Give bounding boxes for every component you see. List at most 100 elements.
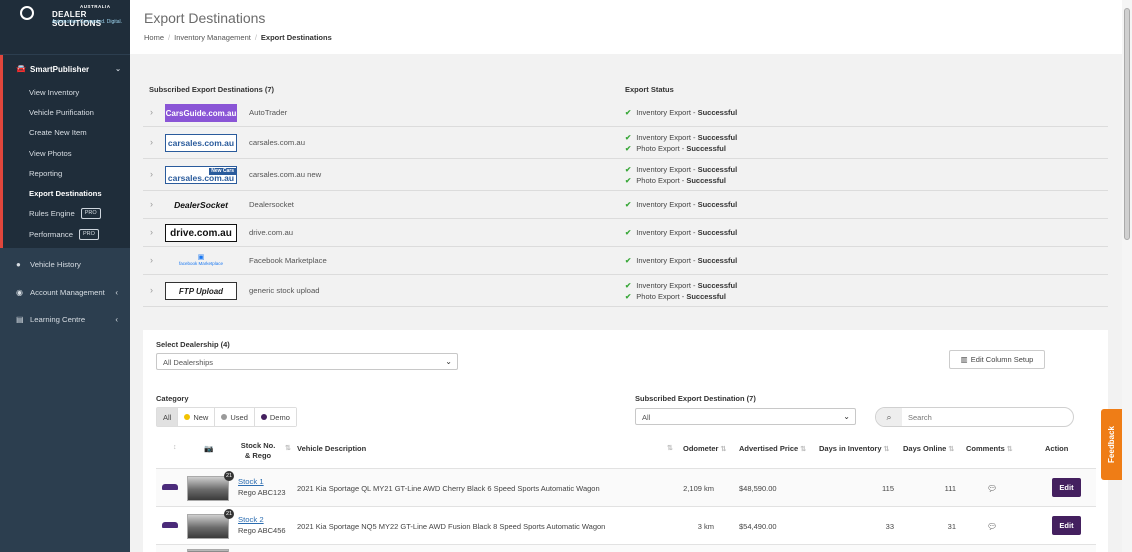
check-icon: ✔ [625,133,632,142]
comment-icon[interactable]: 💬︎ [987,484,997,493]
sidebar-item-account-management[interactable]: ◉ Account Management ‹ [16,288,124,297]
stock-link[interactable]: Stock 1 [238,477,264,486]
vehicle-thumbnail[interactable] [187,476,229,501]
comment-icon[interactable]: 💬︎ [987,522,997,531]
sidebar-item-vehicle-purification[interactable]: Vehicle Purification [29,108,94,117]
status-label: Photo Export - [636,176,687,185]
sidebar-item-reporting[interactable]: Reporting [29,169,62,178]
edit-button[interactable]: Edit [1052,478,1081,497]
brand-mark-icon [20,6,34,20]
destination-row[interactable]: › drive.com.au drive.com.au ✔ Inventory E… [143,219,1108,247]
scrollbar-thumb[interactable] [1124,8,1130,240]
destinations-heading: Subscribed Export Destinations (7) [149,85,275,94]
status-value: Successful [686,292,726,301]
category-used[interactable]: Used [215,408,255,426]
breadcrumb-current: Export Destinations [260,33,332,42]
destination-row[interactable]: › FTP Upload generic stock upload ✔ Inven… [143,275,1108,307]
sidebar-item-create-new-item[interactable]: Create New Item [29,128,87,137]
sidebar-item-label: Rules Engine [29,209,75,218]
column-days-in-inventory[interactable]: Days in Inventory ⇅ [819,444,889,453]
sidebar-item-label: Account Management [30,288,105,297]
status-value: Successful [686,144,726,153]
breadcrumb-home[interactable]: Home [144,33,164,42]
table-row[interactable]: 21 Stock 1 Rego ABC123 2021 Kia Sportage… [156,468,1096,506]
destination-name: generic stock upload [249,286,320,295]
category-demo[interactable]: Demo [254,408,296,426]
page-scrollbar[interactable] [1122,0,1132,552]
destination-select[interactable]: All ⌄ [635,408,856,425]
chevron-right-icon[interactable]: › [150,137,153,147]
column-stock[interactable]: Stock No. & Rego [238,441,278,461]
column-action: Action [1045,444,1068,453]
breadcrumb-inventory-management[interactable]: Inventory Management [174,33,251,42]
category-filter: All New Used Demo [156,407,297,427]
sidebar-item-vehicle-history[interactable]: ● Vehicle History [16,260,124,269]
destination-row[interactable]: › New Cars carsales.com.au carsales.com.a… [143,159,1108,191]
chevron-right-icon[interactable]: › [150,107,153,117]
edit-button[interactable]: Edit [1052,516,1081,535]
user-circle-icon: ◉ [16,288,23,297]
column-odometer[interactable]: Odometer ⇅ [683,444,726,453]
column-sort-description[interactable]: ⇅ [665,444,673,452]
sort-icon: ⇅ [667,445,673,452]
sidebar-item-export-destinations[interactable]: Export Destinations [29,189,102,198]
days-in-inventory: 33 [885,522,894,531]
column-comments[interactable]: Comments ⇅ [966,444,1013,453]
table-row[interactable]: 21 Stock 2 Rego ABC456 2021 Kia Sportage… [156,506,1096,544]
carsales-new-logo: New Cars carsales.com.au [165,166,237,184]
sort-icon: ⇅ [1006,445,1013,453]
destination-row[interactable]: › ▣ facebook Marketplace Facebook Marketp… [143,247,1108,275]
chevron-right-icon[interactable]: › [150,169,153,179]
used-dot-icon [221,414,228,420]
vehicle-thumbnail[interactable] [187,514,229,539]
table-row[interactable] [156,544,1096,552]
chevron-right-icon[interactable]: › [150,285,153,295]
column-days-online[interactable]: Days Online ⇅ [903,444,954,453]
sidebar-item-label: Export Destinations [29,189,102,198]
sidebar-item-learning-centre[interactable]: ▤ Learning Centre ‹ [16,315,124,324]
column-advertised-price[interactable]: Advertised Price ⇅ [739,444,806,453]
export-status: ✔ Inventory Export - Successful [625,107,737,118]
status-value: Successful [697,165,738,174]
sidebar-item-view-photos[interactable]: View Photos [29,149,72,158]
chevron-right-icon[interactable]: › [150,227,153,237]
status-value: Successful [697,256,738,265]
dealership-select[interactable]: All Dealerships ⌄ [156,353,458,370]
column-label: Days in Inventory [819,444,882,453]
column-sort-stock[interactable]: ⇅ [283,444,291,452]
check-icon: ✔ [625,228,632,237]
column-description[interactable]: Vehicle Description [297,444,366,453]
chevron-right-icon[interactable]: › [150,255,153,265]
sidebar-item-rules-engine[interactable]: Rules Engine PRO [29,208,101,219]
sidebar-item-view-inventory[interactable]: View Inventory [29,88,79,97]
chevron-down-icon: ⌄ [115,66,121,73]
brand-logo[interactable]: AUSTRALIA DEALER SOLUTIONS Automotive. C… [0,0,130,54]
page-header: Export Destinations Home / Inventory Man… [130,0,1122,54]
feedback-tab[interactable]: Feedback [1101,409,1122,480]
destination-row[interactable]: › carsales.com.au carsales.com.au ✔ Inven… [143,127,1108,159]
export-destinations-panel: Subscribed Export Destinations (7) Expor… [143,75,1108,307]
odometer: 2,109 km [683,484,714,493]
search-input[interactable] [902,408,1072,426]
sidebar-item-smartpublisher[interactable]: 🚘 SmartPublisher ⌄ [0,55,130,83]
export-status: ✔ Inventory Export - Successful ✔ Photo Ex… [625,132,737,154]
category-label-text: All [163,412,172,422]
status-label: Inventory Export - [636,108,698,117]
destination-row[interactable]: › CarsGuide.com.au AutoTrader ✔ Inventory… [143,99,1108,127]
sidebar-item-performance[interactable]: Performance PRO [29,229,99,240]
brand-country: AUSTRALIA [80,4,111,9]
category-all[interactable]: All [157,408,179,426]
category-label-text: Used [230,412,248,422]
edit-column-setup-button[interactable]: ▥ Edit Column Setup [949,350,1045,369]
status-value: Successful [697,108,738,117]
sort-handle-column[interactable]: ↕ [171,444,177,451]
stock-link[interactable]: Stock 2 [238,515,264,524]
sidebar: AUSTRALIA DEALER SOLUTIONS Automotive. C… [0,0,130,552]
search-icon[interactable]: ⌕ [876,408,902,426]
chevron-right-icon[interactable]: › [150,199,153,209]
column-label: Advertised Price [739,444,799,453]
sidebar-item-label: Vehicle Purification [29,108,94,117]
category-new[interactable]: New [178,408,216,426]
status-value: Successful [686,176,726,185]
destination-row[interactable]: › DealerSocket Dealersocket ✔ Inventory E… [143,191,1108,219]
